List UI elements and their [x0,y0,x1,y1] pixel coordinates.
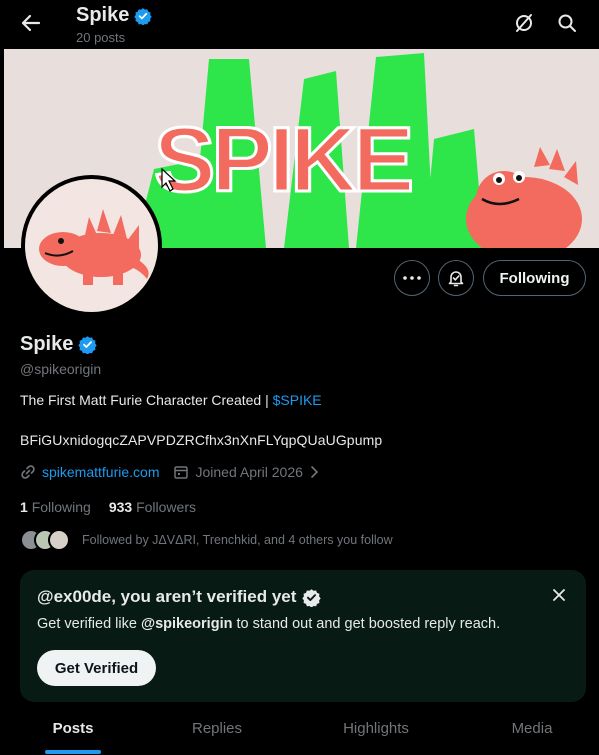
active-tab-indicator [45,750,101,754]
top-bar: Spike 20 posts [0,0,599,48]
followed-by-text: Followed by JΔVΔRI, Trenchkid, and 4 oth… [82,533,393,547]
follow-stats: 1 Following 933 Followers [20,499,196,515]
avatar [48,529,70,551]
profile-meta: spikemattfurie.com Joined April 2026 [20,464,319,480]
tab-media[interactable]: Media [494,708,570,748]
tab-highlights[interactable]: Highlights [326,708,426,748]
back-button[interactable] [14,8,48,38]
profile-bio: The First Matt Furie Character Created |… [20,392,322,408]
svg-text:SPIKE: SPIKE [154,109,411,211]
search-button[interactable] [554,10,580,36]
header-name: Spike [76,4,130,26]
close-icon [553,589,565,601]
followed-by[interactable]: Followed by JΔVΔRI, Trenchkid, and 4 oth… [20,529,393,551]
profile-name-text: Spike [20,333,74,355]
followers-stat[interactable]: 933 Followers [109,499,196,515]
notifications-button[interactable] [438,260,474,296]
card-title: @ex00de, you aren’t verified yet [37,587,322,607]
arrow-left-icon [21,14,41,32]
grok-icon [516,14,532,32]
bio-text: The First Matt Furie Character Created | [20,392,273,408]
joined-date: Joined April 2026 [195,464,303,480]
more-options-button[interactable] [394,260,430,296]
close-card-button[interactable] [548,584,570,606]
profile-handle: @spikeorigin [20,361,102,377]
link-icon [21,465,35,479]
verified-outline-icon [302,588,322,607]
following-stat[interactable]: 1 Following [20,499,91,515]
header-title: Spike [76,4,153,27]
tab-posts[interactable]: Posts [34,708,112,748]
posts-count: 20 posts [76,30,126,45]
profile-name: Spike [20,333,98,356]
verified-badge-icon [134,7,153,25]
cashtag-link[interactable]: $SPIKE [273,392,322,408]
verification-card: @ex00de, you aren’t verified yet Get ver… [20,570,586,702]
card-description: Get verified like @spikeorigin to stand … [37,616,501,632]
following-button[interactable]: Following [483,260,586,296]
profile-avatar[interactable] [21,175,162,316]
spike-dino-avatar [39,209,149,285]
tab-replies[interactable]: Replies [172,708,262,748]
verified-badge-icon[interactable] [78,335,98,354]
get-verified-button[interactable]: Get Verified [37,650,156,686]
more-horizontal-icon [403,276,421,280]
website-link[interactable]: spikemattfurie.com [42,464,159,480]
card-title-text: @ex00de, you aren’t verified yet [37,587,297,606]
calendar-icon [174,466,189,479]
chevron-right-icon[interactable] [309,465,319,479]
bell-check-icon [448,271,464,287]
grok-button[interactable] [511,10,537,36]
search-icon [558,14,576,32]
contract-address: BFiGUxnidogqcZAPVPDZRCfhx3nXnFLYqpQUaUGp… [20,432,383,448]
profile-tabs: Posts Replies Highlights Media [0,708,599,755]
